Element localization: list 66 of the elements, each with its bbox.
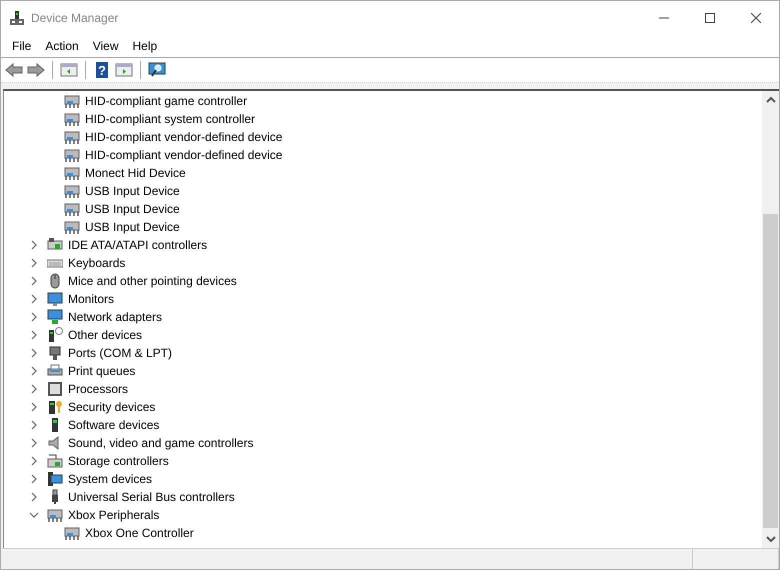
maximize-icon	[705, 13, 715, 23]
forward-arrow-icon[interactable]	[27, 62, 45, 78]
expand-chevron-icon[interactable]	[29, 456, 39, 466]
expand-chevron-icon[interactable]	[29, 294, 39, 304]
collapse-chevron-icon[interactable]	[29, 510, 39, 520]
scan-monitor-icon[interactable]	[148, 62, 166, 78]
scroll-down-icon[interactable]	[766, 534, 776, 544]
tower-key-icon	[47, 399, 63, 415]
scroll-up-icon[interactable]	[766, 95, 776, 105]
device-item[interactable]: HID-compliant vendor-defined device	[84, 148, 284, 162]
expand-chevron-icon[interactable]	[29, 492, 39, 502]
network-monitor-icon	[47, 309, 63, 325]
expand-chevron-icon[interactable]	[29, 276, 39, 286]
device-item[interactable]: USB Input Device	[84, 202, 181, 216]
category-item[interactable]: Mice and other pointing devices	[67, 274, 238, 288]
expand-chevron-icon[interactable]	[29, 348, 39, 358]
category-item[interactable]: Processors	[67, 382, 130, 396]
device-item[interactable]: Xbox One Controller	[84, 526, 195, 540]
category-item[interactable]: Sound, video and game controllers	[67, 436, 254, 450]
category-item[interactable]: Storage controllers	[67, 454, 170, 468]
expand-chevron-icon[interactable]	[29, 312, 39, 322]
close-icon	[751, 13, 761, 23]
monitor-icon	[47, 291, 63, 307]
category-item[interactable]: Network adapters	[67, 310, 164, 324]
expand-chevron-icon[interactable]	[29, 384, 39, 394]
category-item[interactable]: System devices	[67, 472, 154, 486]
category-item[interactable]: IDE ATA/ATAPI controllers	[67, 238, 208, 252]
category-item[interactable]: Print queues	[67, 364, 136, 378]
action-pane-icon[interactable]	[115, 62, 133, 78]
computer-icon	[47, 471, 63, 487]
expand-chevron-icon[interactable]	[29, 402, 39, 412]
device-item[interactable]: HID-compliant game controller	[84, 94, 248, 108]
category-item[interactable]: Other devices	[67, 328, 144, 342]
expand-chevron-icon[interactable]	[29, 474, 39, 484]
window-title: Device Manager	[31, 11, 118, 25]
menu-item[interactable]: View	[86, 39, 126, 53]
storage-card-icon	[47, 453, 63, 469]
vertical-scrollbar[interactable]	[762, 89, 779, 548]
category-item[interactable]: Xbox Peripherals	[67, 508, 160, 522]
device-item[interactable]: HID-compliant system controller	[84, 112, 256, 126]
back-arrow-icon[interactable]	[5, 62, 23, 78]
menu-item[interactable]: Action	[38, 39, 86, 53]
expand-chevron-icon[interactable]	[29, 258, 39, 268]
chip-icon	[47, 381, 63, 397]
plug-icon	[47, 345, 63, 361]
category-item[interactable]: Software devices	[67, 418, 160, 432]
device-item[interactable]: HID-compliant vendor-defined device	[84, 130, 284, 144]
console-tree-icon[interactable]	[60, 62, 78, 78]
menu-item[interactable]: Help	[126, 39, 164, 53]
expand-chevron-icon[interactable]	[29, 330, 39, 340]
category-item[interactable]: Monitors	[67, 292, 116, 306]
scrollbar-thumb[interactable]	[763, 214, 778, 528]
expand-chevron-icon[interactable]	[29, 420, 39, 430]
help-icon[interactable]: ?	[93, 62, 111, 78]
device-item[interactable]: USB Input Device	[84, 220, 181, 234]
category-item[interactable]: Security devices	[67, 400, 156, 414]
category-item[interactable]: Universal Serial Bus controllers	[67, 490, 236, 504]
expand-chevron-icon[interactable]	[29, 240, 39, 250]
expand-chevron-icon[interactable]	[29, 366, 39, 376]
device-manager-icon	[9, 10, 25, 26]
menu-item[interactable]: File	[5, 39, 38, 53]
device-item[interactable]: Monect Hid Device	[84, 166, 187, 180]
device-item[interactable]: USB Input Device	[84, 184, 181, 198]
category-item[interactable]: Ports (COM & LPT)	[67, 346, 174, 360]
category-item[interactable]: Keyboards	[67, 256, 126, 270]
expand-chevron-icon[interactable]	[29, 438, 39, 448]
